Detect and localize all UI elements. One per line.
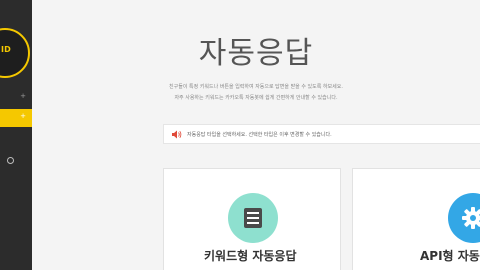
page-description: 친구들이 특정 키워드나 버튼을 입력하여 자동으로 답변을 받을 수 있도록 …	[32, 82, 480, 104]
gear-icon-circle	[448, 193, 480, 243]
sidebar: ID + +	[0, 0, 32, 270]
logo-text: ID	[1, 45, 12, 54]
active-plus-icon[interactable]: +	[20, 112, 26, 120]
main-content: 자동응답 친구들이 특정 키워드나 버튼을 입력하여 자동으로 답변을 받을 수…	[32, 0, 480, 270]
sidebar-item-icon[interactable]	[7, 157, 14, 164]
speaker-icon	[172, 130, 182, 138]
api-response-card[interactable]: API형 자동응답	[352, 168, 480, 270]
sidebar-item-active[interactable]: +	[0, 109, 32, 127]
expand-plus-icon[interactable]: +	[20, 92, 26, 100]
description-line-1: 친구들이 특정 키워드나 버튼을 입력하여 자동으로 답변을 받을 수 있도록 …	[169, 84, 343, 90]
keyword-response-card[interactable]: 키워드형 자동응답	[163, 168, 341, 270]
page-title: 자동응답	[198, 36, 314, 71]
document-icon	[244, 208, 262, 228]
gear-icon	[462, 207, 480, 229]
notice-bar: 자동응답 타입을 선택하세요. 선택한 타입은 이후 변경할 수 있습니다.	[163, 124, 480, 144]
document-icon-circle	[228, 193, 278, 243]
notice-text: 자동응답 타입을 선택하세요. 선택한 타입은 이후 변경할 수 있습니다.	[187, 131, 332, 138]
description-line-2: 자주 사용하는 키워드는 카카오톡 자동봇에 쉽게 간편하게 안내할 수 있습니…	[174, 95, 338, 101]
api-card-label: API형 자동응답	[420, 249, 480, 263]
keyword-card-label: 키워드형 자동응답	[204, 249, 297, 263]
